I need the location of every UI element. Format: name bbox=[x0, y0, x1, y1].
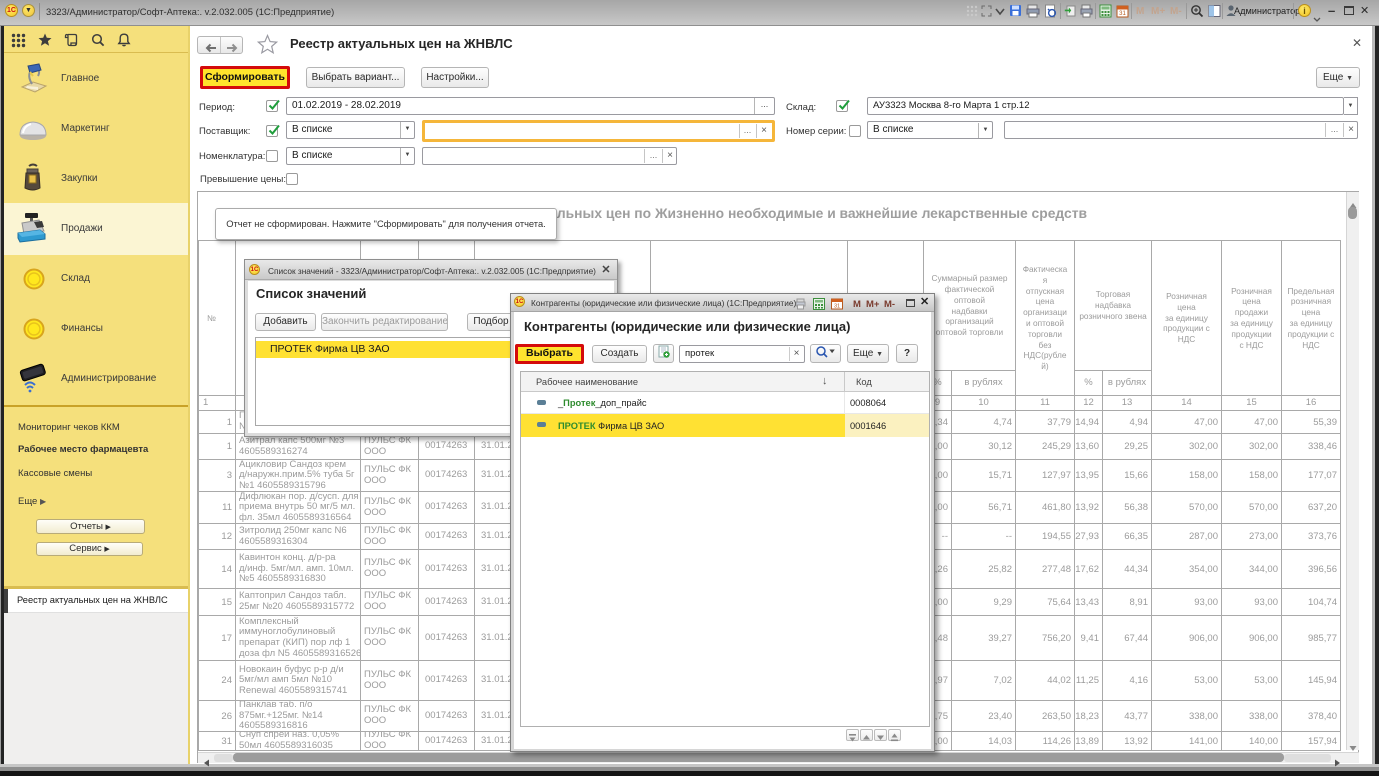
svg-text:31: 31 bbox=[1119, 11, 1126, 17]
svg-text:31: 31 bbox=[834, 304, 840, 310]
